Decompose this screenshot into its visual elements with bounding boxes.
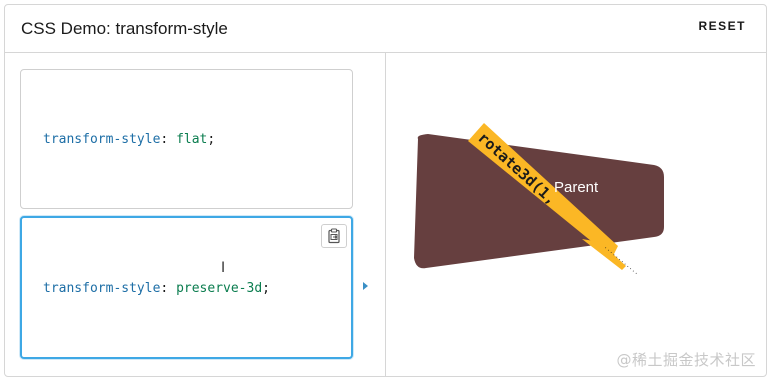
choice-preserve-3d[interactable]: transform-style: preserve-3d; — [20, 216, 353, 359]
parent-box — [414, 134, 664, 269]
i-beam-cursor-icon: I — [221, 260, 226, 276]
choice-flat[interactable]: transform-style: flat; — [20, 69, 353, 209]
css-value: preserve-3d — [176, 281, 263, 296]
clipboard-copy-icon — [328, 228, 340, 244]
css-semicolon: ; — [207, 132, 216, 147]
child-sublabel: ............ — [603, 243, 641, 276]
choice-code: transform-style: flat; — [43, 132, 215, 147]
css-value: flat — [176, 132, 208, 147]
demo-frame: CSS Demo: transform-style RESET transfor… — [4, 4, 767, 377]
watermark-text: @稀土掘金技术社区 — [616, 351, 756, 369]
css-colon: : — [160, 132, 169, 147]
css-semicolon: ; — [262, 281, 270, 296]
css-colon: : — [160, 281, 169, 296]
css-property: transform-style — [43, 281, 161, 296]
output-panel: rotate3d(1, ............ Parent @稀土掘金技术社… — [386, 53, 766, 376]
choices-panel: transform-style: flat; transform-style: … — [5, 53, 386, 376]
caret-right-icon — [363, 282, 368, 290]
parent-label: Parent — [554, 179, 599, 196]
demo-title: CSS Demo: transform-style — [21, 19, 228, 38]
output-stage: rotate3d(1, ............ Parent — [414, 123, 664, 276]
choice-code: transform-style: preserve-3d; — [43, 281, 270, 296]
copy-button[interactable] — [321, 224, 347, 248]
demo-header: CSS Demo: transform-style RESET — [5, 5, 766, 53]
reset-button[interactable]: RESET — [698, 19, 746, 33]
css-property: transform-style — [43, 132, 161, 147]
